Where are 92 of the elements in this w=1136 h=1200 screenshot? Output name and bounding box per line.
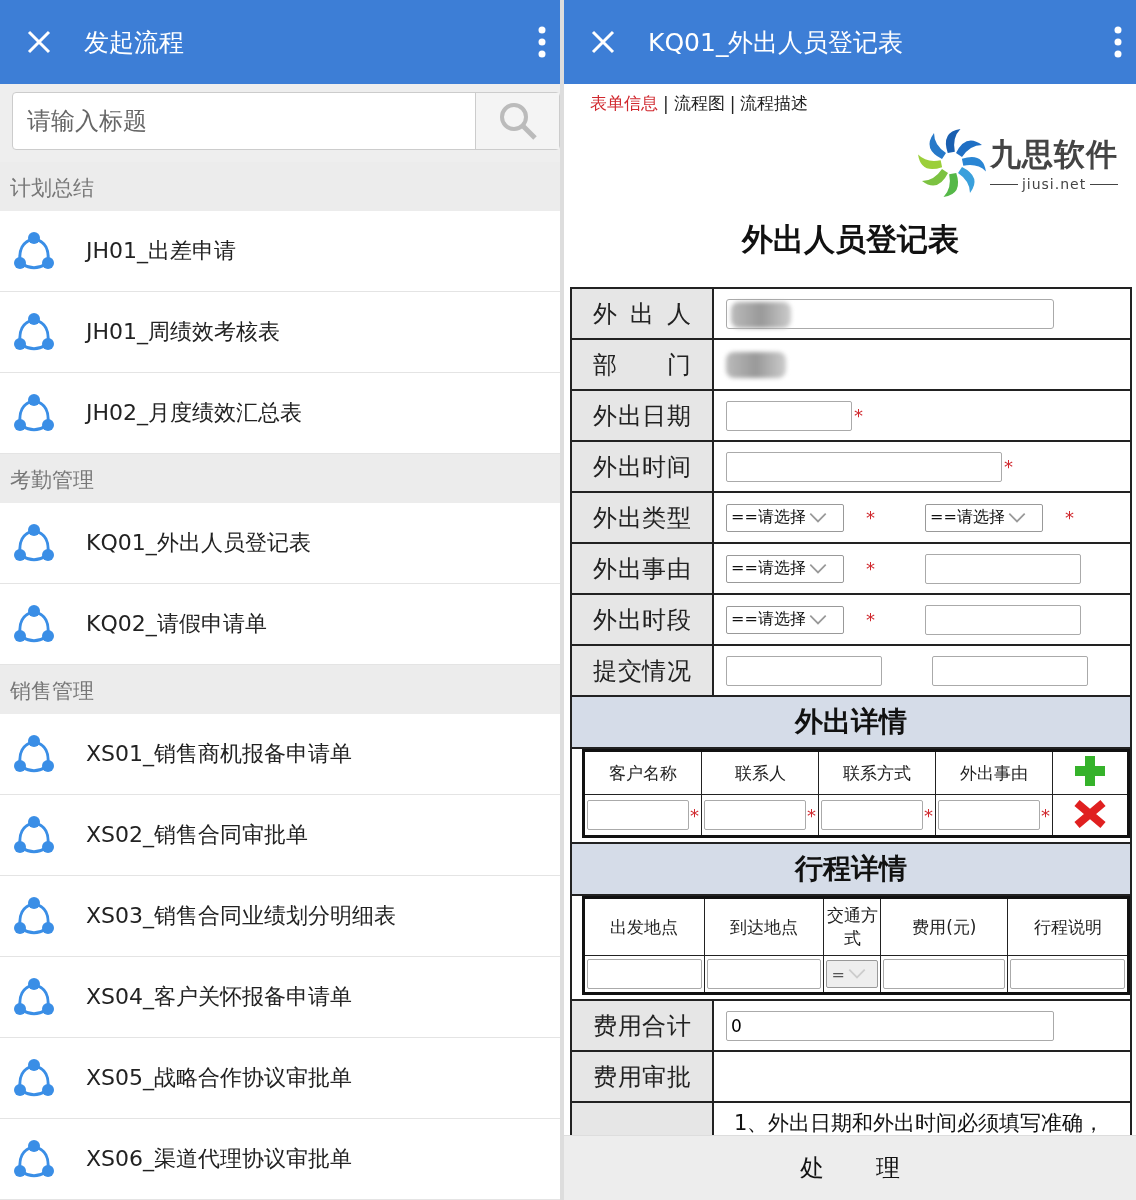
required-mark: * — [866, 558, 875, 579]
input-field[interactable] — [938, 800, 1040, 830]
search-bar[interactable]: 请输入标题 — [12, 92, 560, 150]
required-mark: * — [854, 405, 863, 426]
field-label: 外出时段 — [572, 595, 714, 644]
logo-url: jiusi.net — [1021, 176, 1087, 192]
input-field[interactable] — [821, 800, 923, 830]
chevron-down-icon — [1006, 511, 1027, 524]
required-mark: * — [1004, 456, 1013, 477]
share-nodes-icon — [12, 977, 56, 1018]
share-nodes-icon — [12, 734, 56, 775]
input-field[interactable] — [1010, 959, 1125, 989]
required-mark: * — [1065, 507, 1074, 528]
blurred-value — [726, 351, 786, 378]
header-title: 发起流程 — [84, 26, 185, 59]
share-nodes-icon — [12, 523, 56, 564]
input-field[interactable] — [726, 655, 882, 686]
name-field[interactable] — [726, 298, 1054, 329]
share-nodes-icon — [12, 393, 56, 434]
pinwheel-logo-icon — [918, 129, 986, 197]
group-title: 计划总结 — [0, 162, 560, 212]
share-nodes-icon — [12, 1139, 56, 1180]
column-header: 联系方式 — [818, 750, 936, 795]
search-button[interactable] — [475, 93, 559, 149]
column-header: 客户名称 — [583, 750, 702, 795]
search-icon — [497, 101, 538, 141]
field-label: 部门 — [572, 340, 714, 389]
tab-separator: | — [663, 93, 669, 114]
more-icon[interactable] — [538, 26, 546, 58]
tab[interactable]: 表单信息 — [590, 92, 658, 115]
total-field[interactable]: 0 — [726, 1010, 1054, 1041]
select-field[interactable]: ==请选择 — [925, 503, 1043, 532]
column-header: 交通方式 — [823, 897, 881, 956]
column-header: 到达地点 — [704, 897, 824, 956]
select-field[interactable]: ==请选择 — [726, 605, 844, 634]
more-icon[interactable] — [1114, 26, 1122, 58]
required-mark: * — [866, 507, 875, 528]
field-label: 费用合计 — [572, 1001, 714, 1050]
required-mark: * — [690, 804, 699, 826]
column-header: 出发地点 — [583, 897, 705, 956]
tab-separator: | — [729, 93, 736, 114]
tab[interactable]: 流程图 — [673, 92, 725, 115]
section-title: 外出详情 — [572, 697, 1130, 749]
field-label: 外出事由 — [572, 544, 714, 593]
required-mark: * — [1041, 804, 1050, 826]
select-field[interactable]: ==请选择 — [726, 554, 844, 583]
share-nodes-icon — [12, 231, 56, 272]
input-field[interactable] — [932, 655, 1088, 686]
time-field[interactable] — [726, 451, 1002, 482]
select-field[interactable]: ==请选择 — [726, 503, 844, 532]
input-field[interactable] — [587, 800, 689, 830]
process-button[interactable]: 处 理 — [794, 1151, 906, 1185]
close-icon[interactable] — [26, 29, 52, 55]
required-mark: * — [924, 804, 933, 826]
input-field[interactable] — [925, 553, 1081, 584]
logo-name: 九思软件 — [990, 135, 1118, 174]
header-title: KQ01_外出人员登记表 — [648, 26, 905, 59]
tab[interactable]: 流程描述 — [740, 92, 809, 115]
note-text: 1、外出日期和外出时间必须填写准确， — [733, 1110, 1106, 1135]
chevron-down-icon — [807, 613, 828, 626]
share-nodes-icon — [12, 896, 56, 937]
input-field[interactable] — [587, 959, 702, 989]
group-title: 考勤管理 — [0, 454, 560, 504]
plus-icon[interactable] — [1073, 754, 1107, 788]
section-title: 行程详情 — [572, 844, 1130, 896]
required-mark: * — [866, 609, 875, 630]
share-nodes-icon — [12, 815, 56, 856]
share-nodes-icon — [12, 1058, 56, 1099]
group-title: 销售管理 — [0, 665, 560, 715]
chevron-down-icon — [807, 511, 828, 524]
field-label: 外出日期 — [572, 391, 714, 440]
date-field[interactable] — [726, 400, 852, 431]
input-field[interactable] — [704, 800, 806, 830]
column-header: 联系人 — [701, 750, 819, 795]
required-mark: * — [807, 804, 816, 826]
input-field[interactable] — [925, 604, 1081, 635]
chevron-down-icon — [807, 562, 828, 575]
form-title: 外出人员登记表 — [740, 220, 960, 259]
column-header: 费用(元) — [880, 897, 1008, 956]
share-nodes-icon — [12, 604, 56, 645]
field-label: 外出人 — [572, 289, 714, 338]
field-label: 费用审批 — [572, 1052, 714, 1101]
close-icon[interactable] — [590, 29, 616, 55]
input-field[interactable] — [706, 959, 822, 989]
field-label: 外出时间 — [572, 442, 714, 491]
field-label: 外出类型 — [572, 493, 714, 542]
share-nodes-icon — [12, 312, 56, 353]
delete-icon[interactable] — [1073, 797, 1107, 829]
field-label: 提交情况 — [572, 646, 714, 695]
column-header: 外出事由 — [935, 750, 1053, 795]
input-field[interactable] — [883, 959, 1006, 989]
chevron-down-icon — [846, 968, 867, 980]
